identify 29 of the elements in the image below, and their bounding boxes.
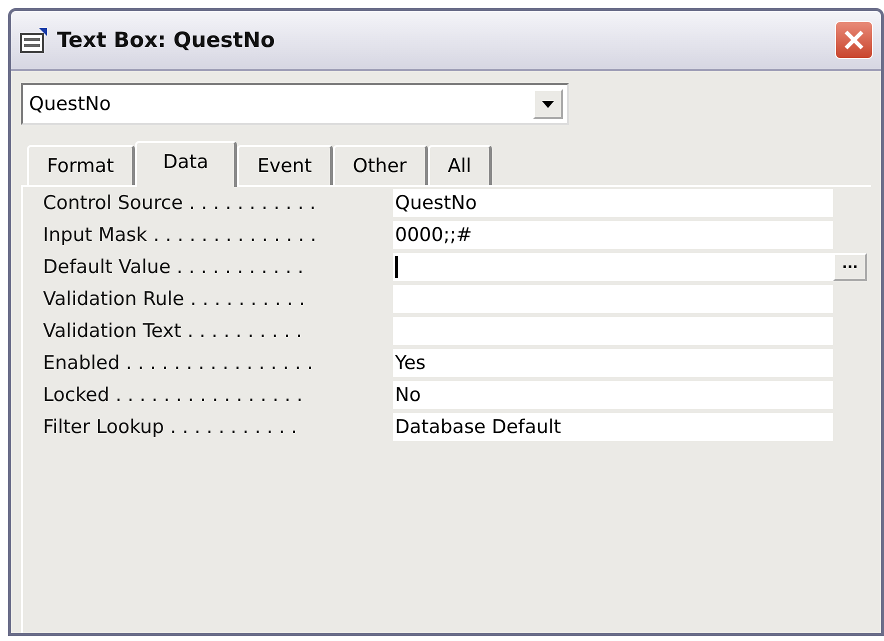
property-field[interactable] bbox=[393, 285, 833, 313]
property-label: Control Source . . . . . . . . . . . bbox=[43, 192, 317, 214]
property-field[interactable]: Database Default bbox=[393, 413, 833, 441]
property-field[interactable]: Yes bbox=[393, 349, 833, 377]
property-field[interactable]: No bbox=[393, 381, 833, 409]
tab[interactable]: Format bbox=[27, 145, 135, 185]
builder-button[interactable]: ... bbox=[833, 253, 867, 281]
property-field[interactable]: 0000;;# bbox=[393, 221, 833, 249]
close-icon bbox=[843, 29, 865, 51]
tab[interactable]: All bbox=[428, 145, 492, 185]
object-dropdown[interactable]: QuestNo bbox=[21, 83, 569, 125]
property-label: Validation Rule . . . . . . . . . . bbox=[43, 288, 306, 310]
dropdown-button[interactable] bbox=[533, 89, 563, 119]
property-label: Input Mask . . . . . . . . . . . . . . bbox=[43, 224, 318, 246]
property-label: Filter Lookup . . . . . . . . . . . bbox=[43, 416, 298, 438]
property-label: Locked . . . . . . . . . . . . . . . . bbox=[43, 384, 304, 406]
property-label: Default Value . . . . . . . . . . . bbox=[43, 256, 305, 278]
property-label: Validation Text . . . . . . . . . . bbox=[43, 320, 304, 342]
property-label: Enabled . . . . . . . . . . . . . . . . bbox=[43, 352, 314, 374]
property-field[interactable]: QuestNo bbox=[393, 189, 833, 217]
tab[interactable]: Data bbox=[134, 141, 238, 187]
tab[interactable]: Event bbox=[237, 145, 333, 185]
property-field[interactable] bbox=[393, 253, 833, 281]
properties-icon bbox=[19, 26, 49, 54]
window-title: Text Box: QuestNo bbox=[57, 28, 276, 52]
caret-icon bbox=[542, 100, 554, 108]
tab[interactable]: Other bbox=[332, 145, 428, 185]
close-button[interactable] bbox=[835, 21, 873, 59]
property-field[interactable] bbox=[393, 317, 833, 345]
